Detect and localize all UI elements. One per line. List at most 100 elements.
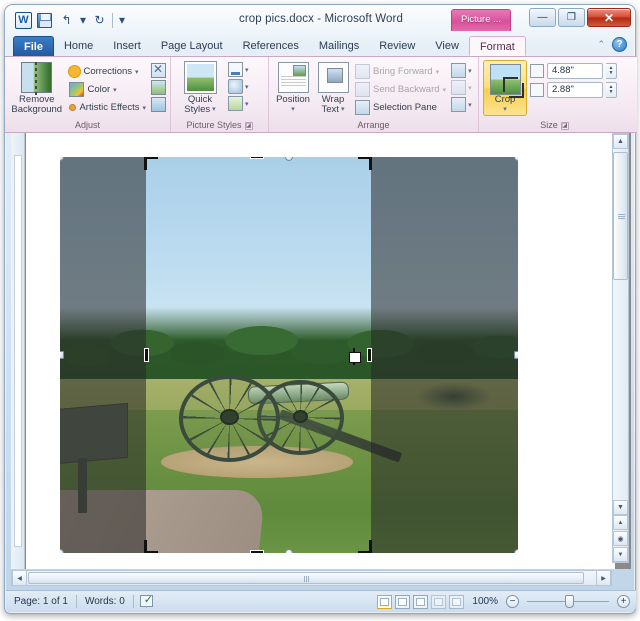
rotate-icon[interactable] [451, 97, 467, 112]
change-picture-icon[interactable] [151, 80, 166, 95]
compress-pictures-icon[interactable] [151, 62, 166, 78]
selection-handle-bottom-right[interactable] [514, 549, 518, 553]
crop-handle-right-middle[interactable] [367, 348, 372, 362]
redo-icon[interactable]: ↻ [90, 11, 109, 30]
picture-layout-icon[interactable] [228, 96, 243, 111]
vertical-scroll-thumb[interactable] [613, 152, 628, 280]
full-screen-reading-view-button[interactable] [395, 594, 411, 609]
crop-region[interactable] [146, 157, 371, 553]
align-icon[interactable] [451, 63, 467, 78]
picture-effects-icon[interactable] [228, 79, 243, 94]
horizontal-scrollbar[interactable]: ◀ ▶ [11, 570, 612, 586]
scroll-up-button[interactable]: ▲ [613, 134, 628, 149]
tab-references[interactable]: References [233, 36, 309, 56]
chevron-down-icon[interactable]: ▾ [245, 66, 249, 74]
crop-handle-left-middle[interactable] [144, 348, 149, 362]
chevron-down-icon[interactable]: ▾ [468, 84, 472, 92]
crop-handle-bottom-left[interactable] [144, 540, 158, 553]
chevron-down-icon[interactable]: ▾ [245, 100, 249, 108]
word-count[interactable]: Words: 0 [77, 594, 133, 610]
horizontal-scroll-thumb[interactable] [28, 572, 584, 584]
reset-picture-icon[interactable] [151, 97, 166, 112]
tab-page-layout[interactable]: Page Layout [151, 36, 233, 56]
chevron-down-icon[interactable]: ▾ [468, 67, 472, 75]
crop-button[interactable]: Crop ▾ [483, 60, 527, 116]
remove-background-label-2: Background [11, 104, 63, 115]
artistic-effects-button[interactable]: Artistic Effects ▾ [67, 99, 148, 116]
proofing-errors-icon[interactable] [134, 594, 146, 610]
help-icon[interactable]: ? [612, 37, 627, 52]
shape-height-row: 4.88" ▲ ▼ [530, 63, 617, 79]
crop-handle-top-center[interactable] [250, 157, 264, 159]
minimize-button[interactable]: — [529, 8, 556, 27]
crop-handle-bottom-right[interactable] [358, 540, 372, 553]
remove-background-button[interactable]: Remove Background [9, 60, 64, 115]
tab-insert[interactable]: Insert [103, 36, 151, 56]
shape-height-stepper[interactable]: ▲ ▼ [606, 63, 617, 79]
corrections-button[interactable]: Corrections ▾ [67, 63, 148, 80]
print-layout-view-button[interactable] [377, 594, 393, 609]
group-icon[interactable] [451, 80, 467, 95]
chevron-down-icon: ▾ [135, 68, 139, 76]
tab-format[interactable]: Format [468, 36, 526, 56]
collapse-ribbon-icon[interactable]: ⌃ [597, 39, 605, 50]
next-page-button[interactable]: ▼ [613, 547, 628, 562]
crop-handle-top-left[interactable] [144, 157, 158, 170]
tab-mailings[interactable]: Mailings [309, 36, 369, 56]
document-area[interactable] [11, 133, 631, 569]
save-icon[interactable] [35, 11, 54, 30]
customize-qat-icon[interactable]: ▾ [116, 11, 128, 30]
vertical-ruler[interactable] [11, 133, 25, 569]
tab-review[interactable]: Review [369, 36, 425, 56]
size-dialog-launcher[interactable]: ◪ [560, 121, 569, 130]
zoom-level-label[interactable]: 100% [467, 596, 503, 607]
tab-view[interactable]: View [425, 36, 469, 56]
selection-handle-left-middle[interactable] [60, 351, 64, 359]
selection-handle-bottom-center[interactable] [285, 549, 293, 553]
shape-width-stepper[interactable]: ▲ ▼ [606, 82, 617, 98]
scroll-left-button[interactable]: ◀ [12, 570, 27, 586]
zoom-in-button[interactable]: + [617, 595, 630, 608]
zoom-slider-knob[interactable] [565, 595, 574, 608]
close-button[interactable]: ✕ [587, 8, 631, 27]
chevron-down-icon[interactable]: ▾ [245, 83, 249, 91]
send-backward-button[interactable]: Send Backward ▾ [353, 81, 448, 98]
undo-icon[interactable]: ↰ [57, 11, 76, 30]
ribbon: Remove Background Corrections ▾ Color ▾ [5, 57, 637, 133]
crop-handle-top-right[interactable] [358, 157, 372, 170]
zoom-out-button[interactable]: − [506, 595, 519, 608]
tab-home[interactable]: Home [54, 36, 103, 56]
selection-pane-button[interactable]: Selection Pane [353, 99, 448, 116]
picture-object[interactable] [60, 157, 518, 553]
selection-handle-right-middle[interactable] [514, 351, 518, 359]
word-logo-icon[interactable]: W [15, 11, 32, 29]
select-browse-object-button[interactable]: ◉ [613, 531, 628, 546]
wrap-text-button[interactable]: Wrap Text ▾ [316, 60, 350, 115]
tab-file[interactable]: File [13, 36, 54, 56]
vertical-scrollbar[interactable]: ▲ ▼ ▲ ◉ ▼ [612, 133, 629, 563]
selection-pane-icon [355, 100, 370, 115]
crop-handle-bottom-center[interactable] [250, 550, 264, 553]
scroll-right-button[interactable]: ▶ [596, 570, 611, 586]
picture-border-icon[interactable] [228, 62, 243, 77]
previous-page-button[interactable]: ▲ [613, 515, 628, 530]
wrap-text-label-2: Text [321, 104, 339, 115]
shape-height-input[interactable]: 4.88" [547, 63, 603, 79]
color-button[interactable]: Color ▾ [67, 81, 148, 98]
draft-view-button[interactable] [449, 594, 465, 609]
scroll-down-button[interactable]: ▼ [613, 500, 628, 515]
page-indicator[interactable]: Page: 1 of 1 [6, 594, 76, 610]
web-layout-view-button[interactable] [413, 594, 429, 609]
position-button[interactable]: Position ▾ [273, 60, 313, 115]
maximize-button[interactable]: ❐ [558, 8, 585, 27]
chevron-down-icon[interactable]: ▾ [468, 101, 472, 109]
picture-styles-dialog-launcher[interactable]: ◪ [244, 121, 253, 130]
outline-view-button[interactable] [431, 594, 447, 609]
chevron-down-icon: ▾ [142, 104, 146, 112]
shape-width-input[interactable]: 2.88" [547, 82, 603, 98]
bring-forward-button[interactable]: Bring Forward ▾ [353, 63, 448, 80]
document-page[interactable] [26, 133, 615, 569]
quick-styles-button[interactable]: Quick Styles ▾ [175, 60, 225, 115]
zoom-slider-track[interactable] [527, 595, 609, 608]
undo-dropdown-icon[interactable]: ▾ [79, 11, 87, 30]
